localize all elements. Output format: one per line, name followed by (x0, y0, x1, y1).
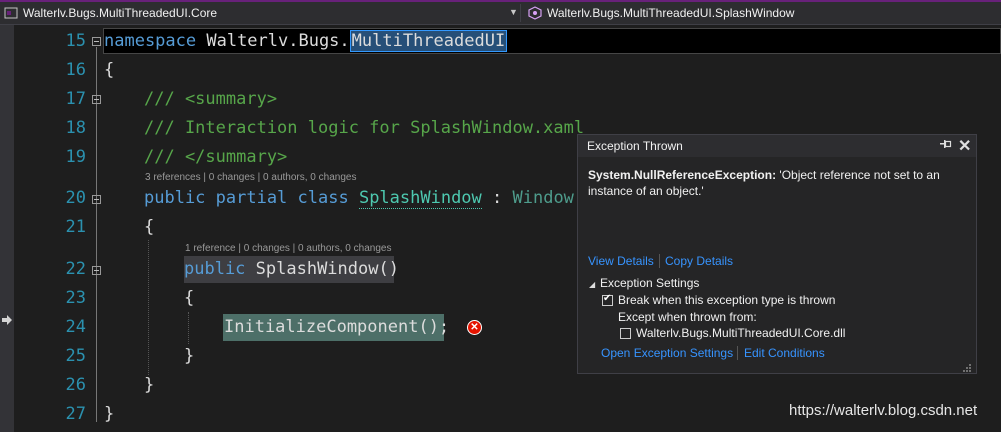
code-line-23[interactable]: { (184, 284, 194, 313)
line-number-margin: 15 16 17 18 19 20 21 22 23 24 25 26 27 (14, 25, 86, 432)
codelens-class[interactable]: 3 references | 0 changes | 0 authors, 0 … (145, 172, 356, 183)
member-dropdown[interactable]: Walterlv.Bugs.MultiThreadedUI.SplashWind… (528, 2, 1001, 24)
copy-details-link[interactable]: Copy Details (665, 254, 733, 268)
collapse-constructor-icon[interactable] (92, 266, 101, 275)
indicator-margin[interactable] (0, 25, 14, 432)
line-number: 17 (65, 89, 86, 109)
indent-guide (148, 240, 149, 375)
edit-conditions-link[interactable]: Edit Conditions (744, 346, 825, 360)
line-number: 16 (65, 60, 86, 80)
line-number: 24 (65, 317, 86, 337)
line-number: 23 (65, 288, 86, 308)
line-number: 15 (65, 31, 86, 51)
member-dropdown-label: Walterlv.Bugs.MultiThreadedUI.SplashWind… (547, 6, 795, 20)
code-line-20[interactable]: public partial class SplashWindow : Wind… (144, 184, 574, 213)
line-number: 18 (65, 118, 86, 138)
keyword: public partial class (144, 188, 349, 208)
colon: : (481, 188, 513, 208)
line-number: 19 (65, 147, 86, 167)
namespace-name: Walterlv.Bugs. (196, 31, 350, 51)
popup-header: Exception Thrown ✕ (578, 135, 976, 157)
codelens-constructor[interactable]: 1 reference | 0 changes | 0 authors, 0 c… (185, 243, 391, 254)
watermark: https://walterlv.blog.csdn.net (789, 402, 978, 419)
code-line-24[interactable]: InitializeComponent(); (224, 313, 449, 342)
collapse-class-icon[interactable] (92, 195, 101, 204)
link-separator (737, 346, 738, 360)
indent-guide (188, 312, 189, 344)
collapse-summary-icon[interactable] (92, 95, 101, 104)
close-icon[interactable]: ✕ (958, 136, 971, 156)
line-number: 20 (65, 188, 86, 208)
code-line-22[interactable]: public SplashWindow() (184, 255, 399, 284)
line-number: 21 (65, 217, 86, 237)
exception-error-icon[interactable]: ✕ (467, 320, 482, 335)
base-type: Window (512, 188, 574, 208)
break-when-thrown-label[interactable]: Break when this exception type is thrown (618, 293, 835, 307)
exception-message: System.NullReferenceException: 'Object r… (588, 167, 966, 199)
chevron-down-icon[interactable]: ▼ (509, 7, 518, 17)
line-number: 22 (65, 259, 86, 279)
pin-icon[interactable] (940, 138, 952, 152)
exception-type: System.NullReferenceException: (588, 168, 777, 182)
exception-settings-header[interactable]: Exception Settings (600, 276, 699, 290)
popup-title: Exception Thrown (587, 139, 683, 153)
project-dropdown[interactable]: Walterlv.Bugs.MultiThreadedUI.Core (4, 2, 520, 24)
project-dropdown-label: Walterlv.Bugs.MultiThreadedUI.Core (23, 6, 218, 20)
line-number: 27 (65, 404, 86, 424)
code-line-27[interactable]: } (104, 400, 114, 429)
code-line-16[interactable]: { (104, 56, 114, 85)
collapse-namespace-icon[interactable] (92, 37, 101, 46)
selected-text[interactable]: MultiThreadedUI (349, 30, 508, 52)
except-when-label: Except when thrown from: (618, 310, 757, 324)
current-statement-arrow-icon (2, 315, 13, 325)
editor-top-border (0, 24, 1001, 25)
keyword: namespace (104, 31, 197, 51)
except-module-label[interactable]: Walterlv.Bugs.MultiThreadedUI.Core.dll (636, 326, 845, 340)
except-module-checkbox[interactable] (620, 328, 631, 339)
open-exception-settings-link[interactable]: Open Exception Settings (601, 346, 733, 360)
code-line-26[interactable]: } (144, 371, 154, 400)
line-number: 25 (65, 346, 86, 366)
dropdown-separator (520, 4, 521, 22)
view-details-link[interactable]: View Details (588, 254, 654, 268)
line-number: 26 (65, 375, 86, 395)
keyword: public (184, 259, 246, 279)
code-line-25[interactable]: } (184, 342, 194, 371)
class-name: SplashWindow (358, 188, 482, 209)
expand-triangle-icon[interactable]: ◢ (589, 280, 595, 289)
exception-thrown-popup: Exception Thrown ✕ System.NullReferenceE… (577, 134, 977, 374)
navigation-bar: Walterlv.Bugs.MultiThreadedUI.Core ▼ Wal… (0, 0, 1001, 25)
code-line-17[interactable]: /// <summary> (144, 85, 277, 114)
break-when-thrown-checkbox[interactable] (602, 293, 613, 306)
csharp-project-icon (4, 6, 18, 20)
code-line-19[interactable]: /// </summary> (144, 143, 287, 172)
code-line-15[interactable]: namespace Walterlv.Bugs. MultiThreadedUI (104, 27, 508, 56)
constructor-name: SplashWindow() (245, 259, 399, 279)
code-line-21[interactable]: { (144, 213, 154, 242)
resize-grip-icon[interactable] (962, 360, 972, 372)
class-icon (528, 6, 542, 20)
link-separator (659, 254, 660, 268)
code-line-18[interactable]: /// Interaction logic for SplashWindow.x… (144, 114, 584, 143)
